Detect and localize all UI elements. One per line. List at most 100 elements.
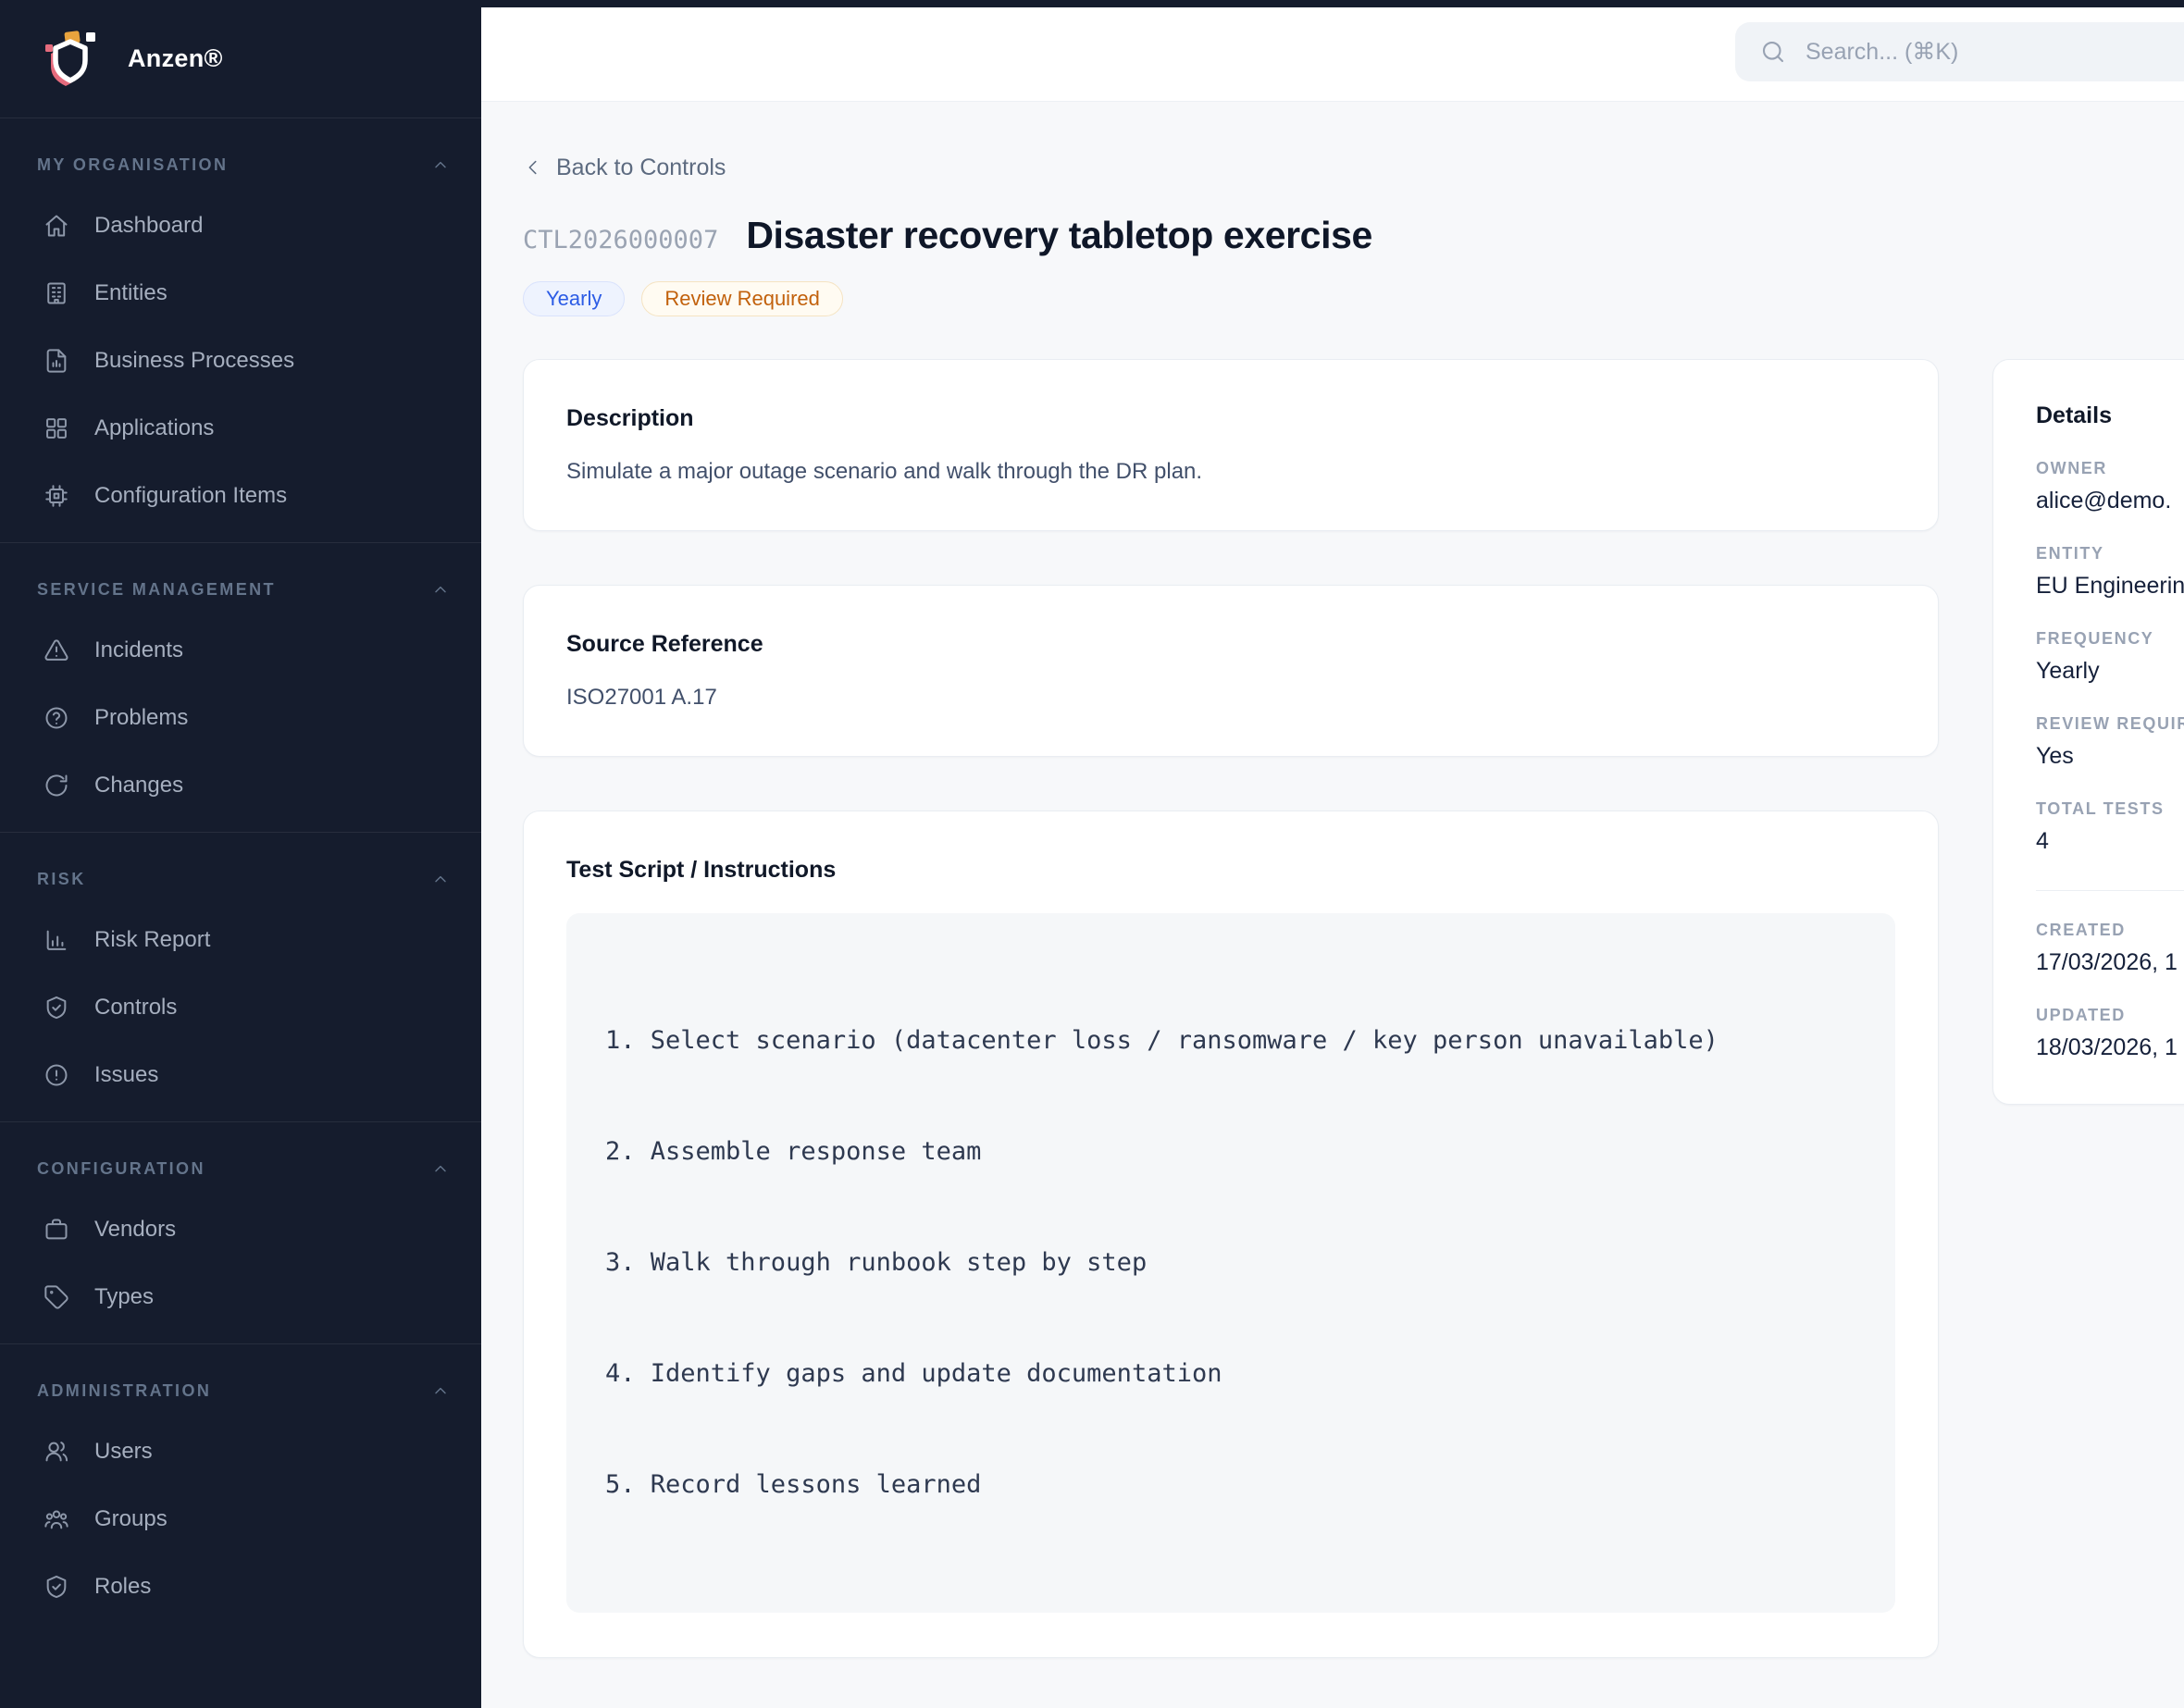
control-id: CTL2026000007	[523, 226, 718, 254]
detail-value: Yearly	[2036, 658, 2184, 685]
sidebar-item-configuration-items[interactable]: Configuration Items	[0, 462, 481, 529]
sidebar-item-groups[interactable]: Groups	[0, 1485, 481, 1553]
briefcase-icon	[43, 1217, 69, 1243]
sidebar-item-entities[interactable]: Entities	[0, 259, 481, 327]
chart-column-icon	[43, 927, 69, 953]
test-script-line: 2. Assemble response team	[605, 1133, 1856, 1170]
sidebar-item-users[interactable]: Users	[0, 1417, 481, 1485]
sidebar: Anzen® MY ORGANISATION Dashboard Entitie…	[0, 0, 481, 1708]
description-text: Simulate a major outage scenario and wal…	[566, 458, 1895, 486]
window-top-edge	[0, 0, 2184, 7]
divider	[0, 1121, 481, 1122]
back-link-label: Back to Controls	[556, 155, 726, 181]
section-header-my-organisation[interactable]: MY ORGANISATION	[37, 155, 450, 175]
review-required-badge: Review Required	[641, 281, 843, 316]
brand-name: Anzen®	[128, 44, 223, 73]
sidebar-item-types[interactable]: Types	[0, 1263, 481, 1331]
detail-value: Yes	[2036, 743, 2184, 770]
triangle-alert-icon	[43, 637, 69, 663]
frequency-badge: Yearly	[523, 281, 625, 316]
sidebar-nav: MY ORGANISATION Dashboard Entities Busin…	[0, 118, 481, 1708]
sidebar-item-label: Roles	[94, 1574, 151, 1600]
detail-value: 18/03/2026, 1	[2036, 1034, 2184, 1061]
sidebar-item-controls[interactable]: Controls	[0, 973, 481, 1041]
sidebar-item-risk-report[interactable]: Risk Report	[0, 906, 481, 973]
sidebar-item-label: Entities	[94, 280, 168, 306]
detail-label: CREATED	[2036, 921, 2184, 940]
card-heading: Source Reference	[566, 630, 1895, 658]
users-icon	[43, 1439, 69, 1465]
detail-field-review-required: REVIEW REQUIRED Yes	[2036, 714, 2184, 770]
sidebar-item-vendors[interactable]: Vendors	[0, 1195, 481, 1263]
sidebar-item-label: Configuration Items	[94, 483, 287, 509]
main-area: Back to Controls CTL2026000007 Disaster …	[481, 0, 2184, 1708]
sidebar-item-issues[interactable]: Issues	[0, 1041, 481, 1108]
sidebar-item-label: Business Processes	[94, 348, 294, 374]
search-input[interactable]	[1804, 38, 2155, 67]
description-card: Description Simulate a major outage scen…	[523, 359, 1939, 531]
sidebar-item-label: Applications	[94, 415, 214, 441]
chevron-up-icon	[431, 1160, 450, 1179]
building-icon	[43, 280, 69, 306]
source-reference-text: ISO27001 A.17	[566, 684, 1895, 712]
control-detail-page: Back to Controls CTL2026000007 Disaster …	[481, 102, 2184, 1708]
section-header-administration[interactable]: ADMINISTRATION	[37, 1381, 450, 1401]
sidebar-item-problems[interactable]: Problems	[0, 684, 481, 751]
section-header-configuration[interactable]: CONFIGURATION	[37, 1159, 450, 1179]
detail-value: 17/03/2026, 1	[2036, 949, 2184, 976]
sidebar-item-changes[interactable]: Changes	[0, 751, 481, 819]
sidebar-item-roles[interactable]: Roles	[0, 1553, 481, 1620]
details-panel: Details OWNER alice@demo. ENTITY EU Engi…	[1992, 359, 2184, 1105]
sidebar-item-label: Dashboard	[94, 213, 203, 239]
detail-label: FREQUENCY	[2036, 629, 2184, 649]
details-heading: Details	[2036, 402, 2184, 429]
card-heading: Test Script / Instructions	[566, 856, 1895, 884]
sidebar-item-label: Users	[94, 1439, 153, 1465]
section-title-label: MY ORGANISATION	[37, 155, 228, 175]
card-heading: Description	[566, 404, 1895, 432]
page-title: Disaster recovery tabletop exercise	[746, 214, 1372, 257]
body-row: Description Simulate a major outage scen…	[523, 359, 2184, 1708]
source-reference-card: Source Reference ISO27001 A.17	[523, 585, 1939, 757]
tag-icon	[43, 1284, 69, 1310]
chevron-left-icon	[523, 157, 543, 178]
test-script-line: 5. Record lessons learned	[605, 1467, 1856, 1504]
chevron-up-icon	[431, 1382, 450, 1401]
divider	[0, 832, 481, 833]
section-header-risk[interactable]: RISK	[37, 870, 450, 889]
chevron-up-icon	[431, 581, 450, 600]
sidebar-item-applications[interactable]: Applications	[0, 394, 481, 462]
search-icon	[1759, 38, 1787, 66]
sidebar-item-dashboard[interactable]: Dashboard	[0, 192, 481, 259]
chevron-up-icon	[431, 156, 450, 175]
back-to-controls-link[interactable]: Back to Controls	[523, 154, 726, 181]
detail-field-entity: ENTITY EU Engineering	[2036, 544, 2184, 600]
home-icon	[43, 213, 69, 239]
sidebar-item-label: Controls	[94, 995, 177, 1021]
grid-icon	[43, 415, 69, 441]
section-title-label: ADMINISTRATION	[37, 1381, 211, 1401]
circle-help-icon	[43, 705, 69, 731]
cards-column: Description Simulate a major outage scen…	[523, 359, 1939, 1708]
sidebar-item-incidents[interactable]: Incidents	[0, 616, 481, 684]
global-search[interactable]	[1735, 22, 2184, 81]
detail-label: UPDATED	[2036, 1006, 2184, 1025]
shield-check-icon	[43, 1574, 69, 1600]
sidebar-item-label: Types	[94, 1284, 154, 1310]
cpu-icon	[43, 483, 69, 509]
detail-field-frequency: FREQUENCY Yearly	[2036, 629, 2184, 685]
sidebar-item-label: Risk Report	[94, 927, 210, 953]
sidebar-item-label: Issues	[94, 1062, 158, 1088]
detail-value: 4	[2036, 828, 2184, 855]
detail-label: REVIEW REQUIRED	[2036, 714, 2184, 734]
section-title-label: RISK	[37, 870, 86, 889]
detail-field-owner: OWNER alice@demo.	[2036, 459, 2184, 514]
section-header-service-management[interactable]: SERVICE MANAGEMENT	[37, 580, 450, 600]
sidebar-item-business-processes[interactable]: Business Processes	[0, 327, 481, 394]
divider	[2036, 890, 2184, 891]
anzen-shield-logo-icon	[44, 31, 96, 88]
test-script-line: 1. Select scenario (datacenter loss / ra…	[605, 1022, 1856, 1059]
test-script-line: 4. Identify gaps and update documentatio…	[605, 1355, 1856, 1392]
brand-logo-row[interactable]: Anzen®	[0, 0, 481, 118]
test-script-card: Test Script / Instructions 1. Select sce…	[523, 811, 1939, 1658]
